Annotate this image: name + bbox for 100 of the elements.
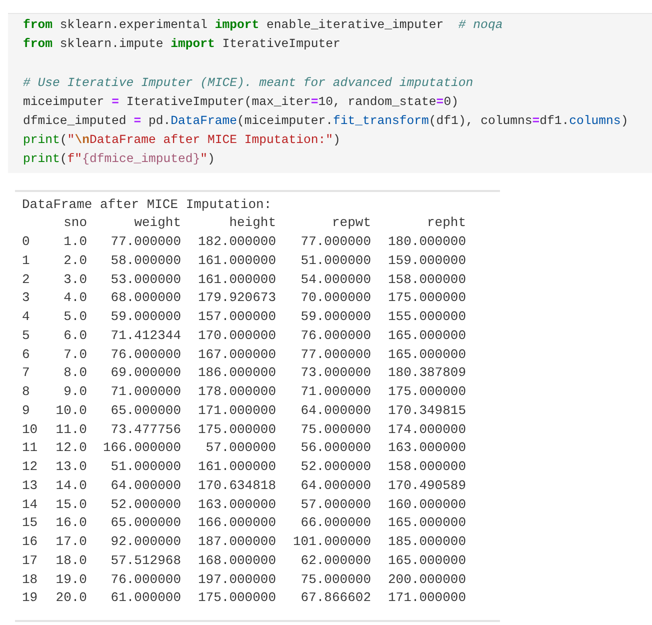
table-cell: 52.000000 <box>110 496 181 512</box>
table-cell: 59.000000 <box>300 309 371 324</box>
table-cell: 1.0 <box>64 234 87 249</box>
table-cell: 14.0 <box>56 478 87 493</box>
table-cell: 165.000000 <box>388 346 466 362</box>
row-index: 2 <box>22 272 30 286</box>
table-cell: 92.000000 <box>110 534 181 549</box>
table-cell: 158.000000 <box>388 459 466 474</box>
table-cell: 155.000000 <box>388 309 466 324</box>
table-cell: 66.000000 <box>300 515 371 530</box>
table-cell: 175.000000 <box>198 422 276 436</box>
table-cell: 165.000000 <box>388 328 466 343</box>
column-header: height <box>229 215 276 230</box>
table-cell: 57.000000 <box>300 496 371 512</box>
code-line: print("\nDataFrame after MICE Imputation:") <box>23 132 340 150</box>
table-cell: 200.000000 <box>388 572 466 586</box>
table-cell: 6.0 <box>64 328 87 343</box>
table-cell: 76.000000 <box>110 572 181 586</box>
output-title: DataFrame after MICE Imputation: <box>22 196 272 214</box>
code-line: from sklearn.impute import IterativeImputer <box>23 36 340 54</box>
row-index: 15 <box>22 515 38 530</box>
table-cell: 165.000000 <box>388 552 466 568</box>
code-line: dfmice_imputed = pd.DataFrame(miceimputer.fit_transform(df1), columns=df1.columns) <box>23 112 628 130</box>
table-cell: 13.0 <box>56 459 87 474</box>
table-cell: 163.000000 <box>388 440 466 456</box>
table-cell: 168.000000 <box>198 552 276 568</box>
table-cell: 175.000000 <box>388 290 466 306</box>
table-cell: 171.000000 <box>198 402 276 418</box>
table-cell: 10.0 <box>56 402 87 418</box>
row-index: 12 <box>22 459 38 474</box>
code-line: from sklearn.experimental import enable_iterative_imputer # noqa <box>23 17 503 34</box>
row-index: 0 <box>22 234 30 249</box>
table-cell: 160.000000 <box>388 496 466 512</box>
table-cell: 73.000000 <box>300 365 371 380</box>
table-cell: 186.000000 <box>198 365 276 380</box>
table-cell: 18.0 <box>56 552 87 568</box>
table-cell: 8.0 <box>64 365 87 380</box>
column-header: weight <box>134 215 181 230</box>
row-index: 7 <box>22 365 30 380</box>
code-cell[interactable] <box>8 13 652 172</box>
table-cell: 12.0 <box>56 440 87 456</box>
column-header: repht <box>426 215 466 230</box>
row-index: 18 <box>22 572 38 586</box>
table-cell: 71.412344 <box>110 328 181 343</box>
table-cell: 58.000000 <box>110 252 181 268</box>
table-cell: 4.0 <box>64 290 87 306</box>
table-cell: 170.349815 <box>388 402 466 418</box>
table-cell: 187.000000 <box>198 534 276 549</box>
table-cell: 180.000000 <box>388 234 466 249</box>
table-cell: 171.000000 <box>388 590 466 606</box>
row-index: 17 <box>22 552 38 568</box>
table-cell: 5.0 <box>64 309 87 324</box>
row-index: 16 <box>22 534 38 549</box>
table-cell: 71.000000 <box>110 384 181 399</box>
table-cell: 62.000000 <box>300 552 371 568</box>
table-cell: 175.000000 <box>198 590 276 606</box>
table-cell: 73.477756 <box>110 422 181 436</box>
table-cell: 54.000000 <box>300 272 371 286</box>
table-cell: 167.000000 <box>198 346 276 362</box>
table-cell: 57.512968 <box>110 552 181 568</box>
table-cell: 161.000000 <box>198 459 276 474</box>
table-cell: 64.000000 <box>300 478 371 493</box>
table-cell: 70.000000 <box>300 290 371 306</box>
table-cell: 170.634818 <box>198 478 276 493</box>
table-cell: 76.000000 <box>300 328 371 343</box>
table-cell: 101.000000 <box>292 534 371 549</box>
table-cell: 77.000000 <box>110 234 181 249</box>
table-cell: 16.0 <box>56 515 87 530</box>
table-cell: 174.000000 <box>388 422 466 436</box>
table-cell: 159.000000 <box>388 252 466 268</box>
table-cell: 17.0 <box>56 534 87 549</box>
table-cell: 19.0 <box>56 572 87 586</box>
table-cell: 2.0 <box>64 252 87 268</box>
table-cell: 76.000000 <box>110 346 181 362</box>
table-cell: 178.000000 <box>198 384 276 399</box>
row-index: 6 <box>22 346 30 362</box>
table-cell: 161.000000 <box>198 272 276 286</box>
row-index: 10 <box>22 422 38 436</box>
table-cell: 69.000000 <box>110 365 181 380</box>
table-cell: 166.000000 <box>198 515 276 530</box>
table-cell: 179.920673 <box>198 290 276 306</box>
table-cell: 7.0 <box>64 346 87 362</box>
table-cell: 65.000000 <box>110 402 181 418</box>
row-index: 14 <box>22 496 38 512</box>
table-cell: 51.000000 <box>300 252 371 268</box>
table-cell: 165.000000 <box>388 515 466 530</box>
table-cell: 9.0 <box>64 384 87 399</box>
table-cell: 157.000000 <box>198 309 276 324</box>
table-cell: 175.000000 <box>388 384 466 399</box>
table-cell: 64.000000 <box>300 402 371 418</box>
table-cell: 3.0 <box>64 272 87 286</box>
table-cell: 11.0 <box>56 422 87 436</box>
row-index: 4 <box>22 309 30 324</box>
table-cell: 170.000000 <box>198 328 276 343</box>
code-comment: # Use Iterative Imputer (MICE). meant for advanced imputation <box>23 74 474 92</box>
table-cell: 51.000000 <box>110 459 181 474</box>
table-cell: 68.000000 <box>110 290 181 306</box>
table-cell: 180.387809 <box>388 365 466 380</box>
row-index: 5 <box>22 328 30 343</box>
table-cell: 15.0 <box>56 496 87 512</box>
